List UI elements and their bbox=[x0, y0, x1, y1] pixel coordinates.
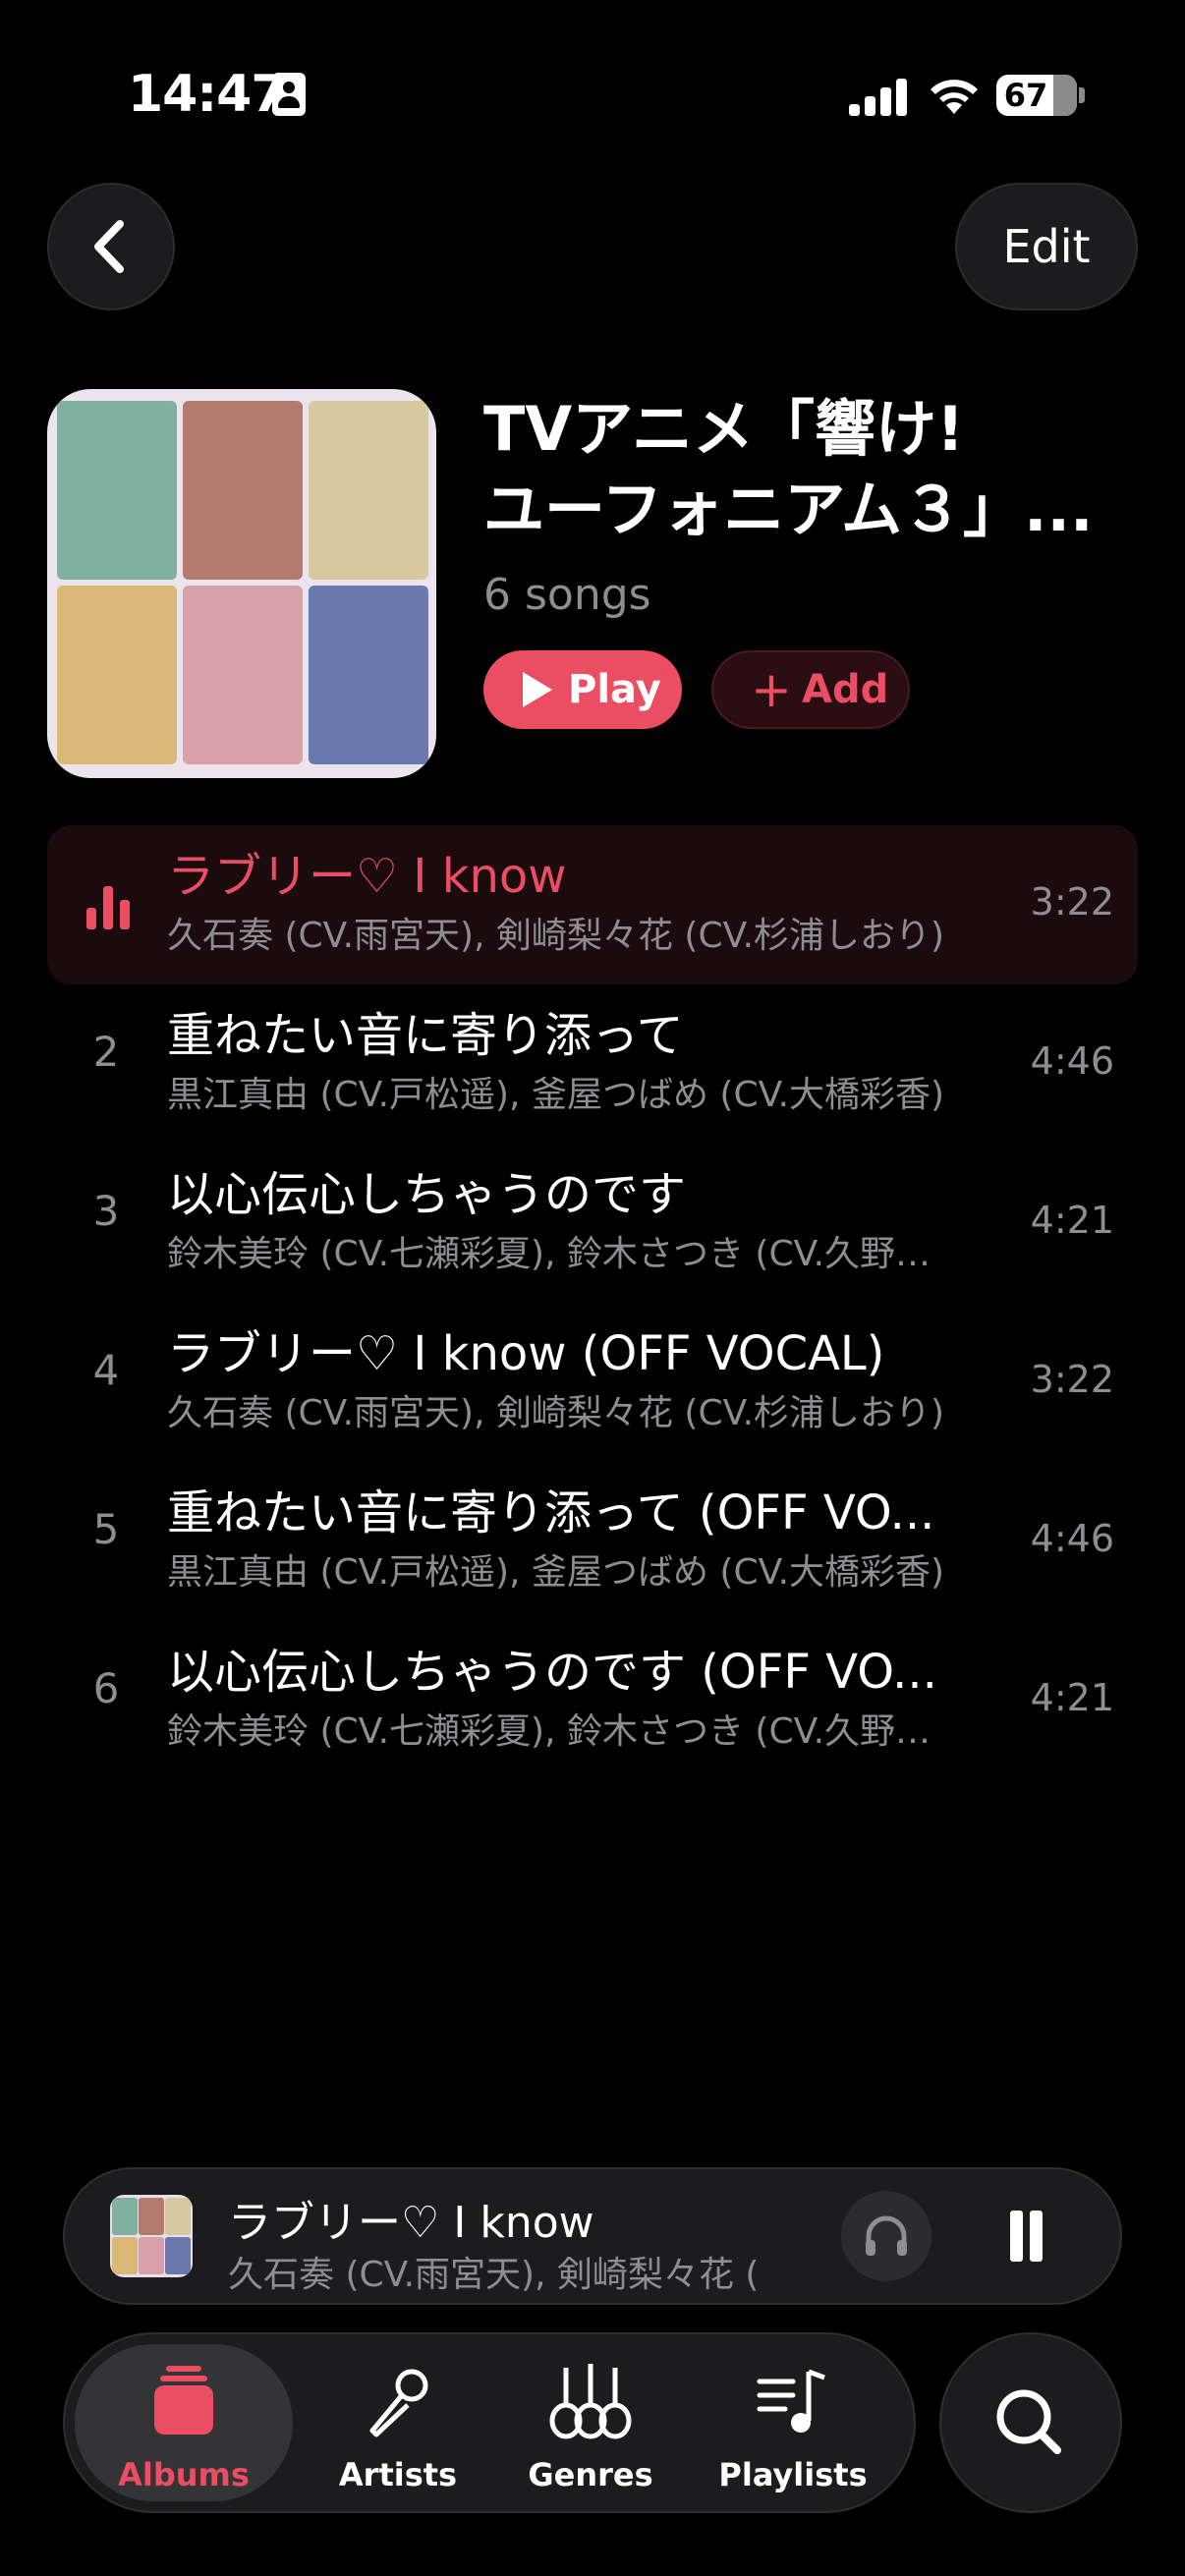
pause-icon bbox=[1010, 2211, 1023, 2262]
tab-label: Playlists bbox=[718, 2456, 868, 2493]
song-count: 6 songs bbox=[483, 570, 651, 620]
track-duration: 3:22 bbox=[1030, 1358, 1114, 1401]
tab-label: Genres bbox=[528, 2456, 653, 2493]
mini-player-artwork bbox=[110, 2195, 193, 2277]
chevron-left-icon bbox=[94, 220, 124, 273]
microphone-icon bbox=[369, 2369, 428, 2437]
play-label: Play bbox=[568, 667, 661, 712]
plus-icon: + bbox=[751, 661, 792, 718]
track-title: ラブリー♡ I know (OFF VOCAL) bbox=[167, 1326, 885, 1381]
track-row[interactable]: 5 重ねたい音に寄り添って (OFF VO... 黒江真由 (CV.戸松遥), … bbox=[47, 1462, 1138, 1621]
track-number: 6 bbox=[92, 1664, 120, 1712]
tab-label: Albums bbox=[118, 2456, 250, 2493]
track-title: 以心伝心しちゃうのです (OFF VO... bbox=[167, 1645, 937, 1700]
track-number: 4 bbox=[92, 1346, 120, 1394]
mini-player[interactable]: ラブリー♡ I know 久石奏 (CV.雨宮天), 剣崎梨々花 (... bbox=[63, 2167, 1122, 2305]
track-row[interactable]: 3 以心伝心しちゃうのです 鈴木美玲 (CV.七瀬彩夏), 鈴木さつき (CV.… bbox=[47, 1144, 1138, 1303]
play-button[interactable]: Play bbox=[483, 650, 682, 729]
album-artwork[interactable] bbox=[47, 389, 436, 778]
pause-button[interactable] bbox=[1006, 2211, 1045, 2262]
track-duration: 3:22 bbox=[1030, 880, 1114, 924]
back-button[interactable] bbox=[47, 183, 175, 310]
play-icon bbox=[523, 672, 552, 707]
track-title: 重ねたい音に寄り添って (OFF VO... bbox=[167, 1485, 935, 1540]
mini-player-artist: 久石奏 (CV.雨宮天), 剣崎梨々花 (... bbox=[228, 2255, 759, 2295]
track-title: 以心伝心しちゃうのです bbox=[167, 1167, 687, 1222]
album-title-line-1: TVアニメ「響け! bbox=[483, 393, 965, 465]
playlist-icon bbox=[757, 2369, 825, 2433]
track-duration: 4:21 bbox=[1030, 1676, 1114, 1719]
add-button[interactable]: + Add bbox=[711, 650, 910, 729]
album-title-line-2: ユーフォニアム３」... bbox=[483, 474, 1094, 545]
track-artist: 鈴木美玲 (CV.七瀬彩夏), 鈴木さつき (CV.久野… bbox=[167, 1711, 931, 1752]
add-label: Add bbox=[802, 667, 889, 712]
track-number: 5 bbox=[92, 1505, 120, 1553]
track-row[interactable]: 6 以心伝心しちゃうのです (OFF VO... 鈴木美玲 (CV.七瀬彩夏),… bbox=[47, 1621, 1138, 1780]
track-number: 3 bbox=[92, 1187, 120, 1235]
edit-button[interactable]: Edit bbox=[955, 183, 1138, 310]
tab-playlists[interactable]: Playlists bbox=[684, 2344, 902, 2501]
mini-player-title: ラブリー♡ I know bbox=[228, 2198, 594, 2248]
track-row[interactable]: 4 ラブリー♡ I know (OFF VOCAL) 久石奏 (CV.雨宮天),… bbox=[47, 1303, 1138, 1462]
status-time: 14:47 bbox=[128, 65, 287, 124]
tab-label: Artists bbox=[338, 2456, 458, 2493]
track-row[interactable]: 2 重ねたい音に寄り添って 黒江真由 (CV.戸松遥), 釜屋つばめ (CV.大… bbox=[47, 984, 1138, 1144]
search-icon bbox=[996, 2389, 1061, 2454]
track-duration: 4:21 bbox=[1030, 1199, 1114, 1242]
track-number: 2 bbox=[92, 1028, 120, 1076]
track-duration: 4:46 bbox=[1030, 1039, 1114, 1083]
tab-genres[interactable]: Genres bbox=[481, 2344, 700, 2501]
tab-albums[interactable]: Albums bbox=[75, 2344, 293, 2501]
headphones-icon bbox=[866, 2215, 907, 2256]
track-artist: 鈴木美玲 (CV.七瀬彩夏), 鈴木さつき (CV.久野… bbox=[167, 1234, 931, 1274]
track-row[interactable]: ラブリー♡ I know 久石奏 (CV.雨宮天), 剣崎梨々花 (CV.杉浦し… bbox=[47, 825, 1138, 984]
track-artist: 久石奏 (CV.雨宮天), 剣崎梨々花 (CV.杉浦しおり) bbox=[167, 1393, 945, 1433]
track-artist: 久石奏 (CV.雨宮天), 剣崎梨々花 (CV.杉浦しおり) bbox=[167, 916, 945, 956]
track-title: ラブリー♡ I know bbox=[167, 849, 567, 904]
track-artist: 黒江真由 (CV.戸松遥), 釜屋つばめ (CV.大橋彩香) bbox=[167, 1552, 945, 1593]
album-title: TVアニメ「響け! ユーフォニアム３」... bbox=[483, 389, 1152, 550]
track-duration: 4:46 bbox=[1030, 1517, 1114, 1560]
headphones-button[interactable] bbox=[841, 2191, 931, 2281]
tab-artists[interactable]: Artists bbox=[289, 2344, 507, 2501]
battery-indicator: 67 bbox=[996, 75, 1077, 116]
track-artist: 黒江真由 (CV.戸松遥), 釜屋つばめ (CV.大橋彩香) bbox=[167, 1075, 945, 1115]
track-title: 重ねたい音に寄り添って bbox=[167, 1008, 684, 1063]
albums-icon bbox=[154, 2366, 213, 2435]
wifi-icon bbox=[931, 80, 978, 114]
guitars-icon bbox=[549, 2364, 632, 2439]
search-button[interactable] bbox=[939, 2332, 1122, 2513]
battery-tip bbox=[1079, 87, 1085, 103]
tab-bar: Albums Artists Genres Playlists bbox=[63, 2332, 916, 2513]
contact-card-icon bbox=[272, 73, 306, 116]
cellular-signal-icon bbox=[849, 79, 908, 116]
battery-level: 67 bbox=[1003, 77, 1048, 114]
now-playing-equalizer-icon bbox=[86, 880, 130, 929]
